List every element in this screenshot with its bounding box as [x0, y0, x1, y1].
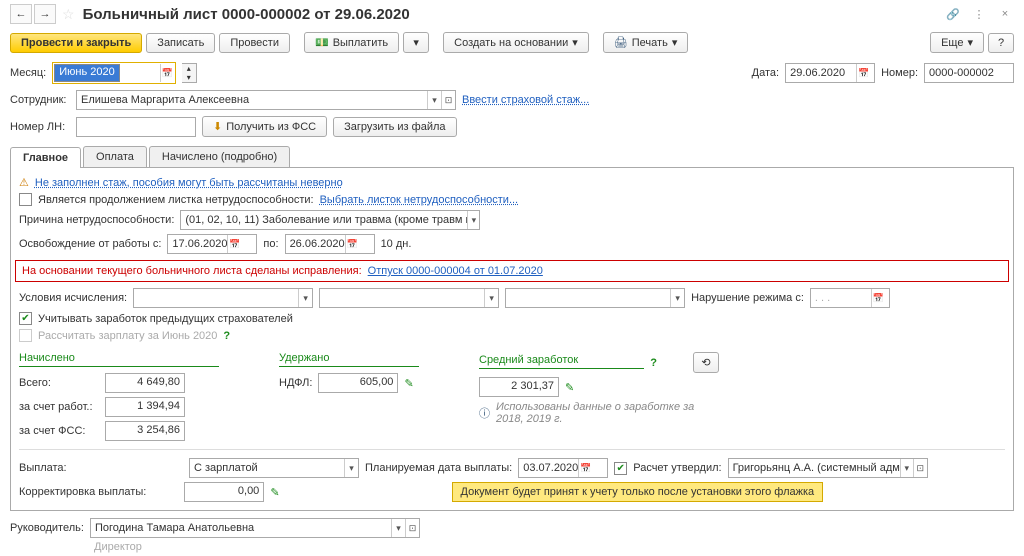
- absence-label: Освобождение от работы с:: [19, 238, 161, 250]
- ndfl-label: НДФЛ:: [279, 377, 312, 389]
- warning-icon: ⚠: [19, 176, 29, 189]
- tab-payment[interactable]: Оплата: [83, 146, 147, 167]
- stazh-warning[interactable]: Не заполнен стаж, пособия могут быть рас…: [35, 177, 343, 189]
- employee-label: Сотрудник:: [10, 94, 70, 106]
- ln-input[interactable]: [76, 117, 196, 137]
- number-label: Номер:: [881, 67, 918, 79]
- approved-label: Расчет утвердил:: [633, 462, 721, 474]
- post-close-button[interactable]: Провести и закрыть: [10, 33, 142, 53]
- nav-back[interactable]: ←: [10, 4, 32, 24]
- create-basis-button[interactable]: Создать на основании ▾: [443, 32, 589, 53]
- avg-hint: Использованы данные о заработке за 2018,…: [496, 401, 696, 425]
- employer-input[interactable]: 1 394,94: [105, 397, 185, 417]
- ndfl-edit-icon[interactable]: ✎: [404, 377, 413, 390]
- tab-main[interactable]: Главное: [10, 147, 81, 168]
- consider-prev-label: Учитывать заработок предыдущих страховат…: [38, 313, 293, 325]
- attachment-icon[interactable]: 🔗: [944, 5, 962, 23]
- total-input[interactable]: 4 649,80: [105, 373, 185, 393]
- conditions-input-1[interactable]: ▾: [133, 288, 313, 308]
- ndfl-input[interactable]: 605,00: [318, 373, 398, 393]
- nav-forward[interactable]: →: [34, 4, 56, 24]
- calendar-icon[interactable]: 📅: [160, 64, 174, 82]
- avg-input[interactable]: 2 301,37: [479, 377, 559, 397]
- date-to-input[interactable]: 26.06.2020📅: [285, 234, 375, 254]
- insurance-link[interactable]: Ввести страховой стаж...: [462, 94, 589, 106]
- page-title: Больничный лист 0000-000002 от 29.06.202…: [83, 6, 410, 23]
- star-icon[interactable]: ☆: [62, 6, 75, 23]
- calc-salary-label: Рассчитать зарплату за Июнь 2020: [38, 330, 217, 342]
- date-input[interactable]: 29.06.2020📅: [785, 63, 875, 83]
- help-button[interactable]: ?: [988, 33, 1014, 53]
- accrued-header: Начислено: [19, 352, 219, 367]
- corrections-box: На основании текущего больничного листа …: [15, 260, 1009, 282]
- director-label: Директор: [94, 541, 142, 553]
- print-button[interactable]: 🖨Печать ▾: [603, 32, 689, 53]
- correction-input[interactable]: 0,00: [184, 482, 264, 502]
- corrections-text: На основании текущего больничного листа …: [22, 265, 362, 277]
- employee-input[interactable]: Елишева Маргарита Алексеевна▾⊡: [76, 90, 456, 110]
- violation-date-input[interactable]: . . .📅: [810, 288, 890, 308]
- month-spinner[interactable]: ▴▾: [182, 63, 197, 83]
- avg-help-icon[interactable]: ?: [650, 357, 657, 369]
- get-fss-button[interactable]: ⬇Получить из ФСС: [202, 116, 327, 137]
- date-from-input[interactable]: 17.06.2020📅: [167, 234, 257, 254]
- total-label: Всего:: [19, 377, 99, 389]
- avg-edit-icon[interactable]: ✎: [565, 381, 574, 394]
- pay-button[interactable]: 💵Выплатить: [304, 32, 399, 53]
- planned-label: Планируемая дата выплаты:: [365, 462, 512, 474]
- more-button[interactable]: Еще ▾: [930, 32, 984, 53]
- tab-accrued[interactable]: Начислено (подробно): [149, 146, 290, 167]
- payout-label: Выплата:: [19, 462, 91, 474]
- date-label: Дата:: [752, 67, 779, 79]
- payout-input[interactable]: С зарплатой▾: [189, 458, 359, 478]
- fss-share-label: за счет ФСС:: [19, 425, 99, 437]
- approved-checkbox[interactable]: ✔: [614, 462, 627, 475]
- month-label: Месяц:: [10, 67, 46, 79]
- reason-input[interactable]: (01, 02, 10, 11) Заболевание или травма …: [180, 210, 480, 230]
- manager-input[interactable]: Погодина Тамара Анатольевна▾⊡: [90, 518, 420, 538]
- calc-help-icon[interactable]: ?: [223, 330, 230, 342]
- pay-extra-button[interactable]: ▾: [403, 32, 429, 53]
- reason-label: Причина нетрудоспособности:: [19, 214, 174, 226]
- withheld-header: Удержано: [279, 352, 419, 367]
- violation-label: Нарушение режима с:: [691, 292, 804, 304]
- approver-input[interactable]: Григорьянц А.А. (системный адми▾⊡: [728, 458, 928, 478]
- fss-input[interactable]: 3 254,86: [105, 421, 185, 441]
- load-file-button[interactable]: Загрузить из файла: [333, 117, 456, 137]
- select-sheet-link[interactable]: Выбрать листок нетрудоспособности...: [320, 194, 519, 206]
- calc-salary-checkbox: [19, 329, 32, 342]
- continuation-label: Является продолжением листка нетрудоспос…: [38, 194, 314, 206]
- conditions-input-2[interactable]: ▾: [319, 288, 499, 308]
- post-button[interactable]: Провести: [219, 33, 290, 53]
- refresh-button[interactable]: ⟲: [693, 352, 719, 373]
- days-label: 10 дн.: [381, 238, 412, 250]
- manager-label: Руководитель:: [10, 522, 84, 534]
- avg-header: Средний заработок: [479, 354, 644, 369]
- month-input[interactable]: Июнь 2020 📅: [52, 62, 176, 84]
- employer-label: за счет работ.:: [19, 401, 99, 413]
- close-icon[interactable]: ×: [996, 5, 1014, 23]
- planned-date-input[interactable]: 03.07.2020📅: [518, 458, 608, 478]
- consider-prev-checkbox[interactable]: ✔: [19, 312, 32, 325]
- approval-warning: Документ будет принят к учету только пос…: [452, 482, 824, 502]
- to-label: по:: [263, 238, 278, 250]
- number-input[interactable]: 0000-000002: [924, 63, 1014, 83]
- continuation-checkbox[interactable]: [19, 193, 32, 206]
- options-icon[interactable]: ⋮: [970, 5, 988, 23]
- conditions-label: Условия исчисления:: [19, 292, 127, 304]
- info-icon: ⓘ: [479, 405, 490, 421]
- corrections-link[interactable]: Отпуск 0000-000004 от 01.07.2020: [368, 265, 543, 277]
- correction-edit-icon[interactable]: ✎: [270, 486, 279, 499]
- conditions-input-3[interactable]: ▾: [505, 288, 685, 308]
- correction-label: Корректировка выплаты:: [19, 486, 146, 498]
- save-button[interactable]: Записать: [146, 33, 215, 53]
- ln-label: Номер ЛН:: [10, 121, 70, 133]
